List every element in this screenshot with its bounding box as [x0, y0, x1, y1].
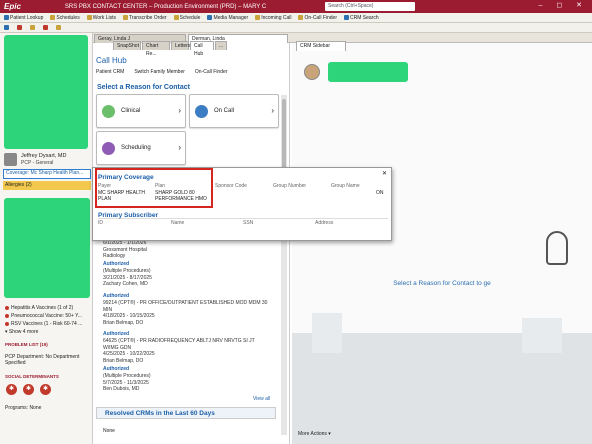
- col-id: ID: [98, 220, 103, 226]
- programs-text: Programs: None: [5, 405, 42, 411]
- stethoscope-icon: [546, 231, 568, 265]
- home-icon[interactable]: [4, 24, 10, 31]
- close-icon[interactable]: ✕: [382, 170, 387, 177]
- payer-value: MC SHARP HEALTH PLAN: [98, 190, 146, 202]
- auth-status[interactable]: Authorized: [103, 331, 129, 337]
- auth-item: 64625 (CPT®) - PR RADIOFREQUENCY ABLTJ N…: [103, 338, 255, 364]
- col-group-number: Group Number: [273, 183, 307, 189]
- chat-icon[interactable]: [30, 24, 36, 31]
- epic-logo: Epic: [4, 2, 21, 11]
- redacted-care-gaps: [4, 198, 90, 298]
- global-search-input[interactable]: Search (Ctrl+Space): [325, 2, 415, 11]
- provider-name: Jeffrey Dysart, MD: [21, 153, 67, 159]
- col-group-name: Group Name: [331, 183, 360, 189]
- transport-icon[interactable]: ✱: [40, 384, 51, 395]
- col-ssn: SSN: [243, 220, 254, 226]
- inbox-icon[interactable]: [17, 24, 23, 31]
- call-hub-panel: SnapShot Chart Re... Letters Call Hub ..…: [93, 41, 290, 444]
- toolbar-schedule[interactable]: Schedule: [173, 15, 200, 21]
- toolbar-schedules[interactable]: Schedules: [50, 15, 80, 21]
- col-plan: Plan: [155, 183, 166, 189]
- plan-value: SHARP GOLD 80 PERFORMANCE HMO: [155, 190, 207, 202]
- primary-subscriber-title: Primary Subscriber: [98, 212, 158, 219]
- reason-on-call-button[interactable]: On Call ›: [189, 94, 279, 128]
- activity-icon[interactable]: ✱: [23, 384, 34, 395]
- chevron-right-icon: ›: [178, 106, 181, 115]
- on-call-finder-link[interactable]: On-Call Finder: [195, 69, 228, 75]
- hub-scrollbar[interactable]: [281, 95, 287, 435]
- coverage-link[interactable]: Coverage: Mc Sharp Health Plan...: [3, 169, 91, 179]
- auth-item: 6/1/2025 - 1/1/2026 Grossmont Hospital Rad…: [103, 240, 147, 259]
- col-address: Address: [315, 220, 334, 226]
- reason-clinical-button[interactable]: Clinical ›: [96, 94, 186, 128]
- toolbar-crm-search[interactable]: CRM Search: [344, 15, 379, 21]
- auth-status[interactable]: Authorized: [103, 293, 129, 299]
- vaccine-item[interactable]: Pneumococcal Vaccine: 50+ Y...: [5, 313, 82, 319]
- crm-sidebar: CRM Sidebar Select a Reason for Contact …: [292, 41, 592, 444]
- clinical-icon: [102, 105, 115, 118]
- vaccine-item[interactable]: Hepatitis A Vaccines (1 of 2): [5, 305, 73, 311]
- tab-snapshot[interactable]: SnapShot: [113, 41, 141, 50]
- calendar-icon: [102, 142, 115, 155]
- auth-item: (Multiple Procedures) 5/7/2025 - 11/3/202…: [103, 373, 151, 392]
- auth-status[interactable]: Authorized: [103, 261, 129, 267]
- patient-avatar: [304, 64, 320, 80]
- resolved-crms-value: None: [103, 428, 115, 434]
- more-actions-button[interactable]: More Actions ▾: [298, 431, 331, 437]
- vaccine-item[interactable]: RSV Vaccines (1 - Risk 60-74 ...: [5, 321, 82, 327]
- toolbar-media-manager[interactable]: Media Manager: [207, 15, 248, 21]
- calendar-icon[interactable]: [56, 24, 62, 31]
- main-toolbar: Patient Lookup Schedules Work Lists Tran…: [0, 13, 592, 23]
- auth-item: (Multiple Procedures) 3/21/2025 - 8/17/20…: [103, 268, 152, 287]
- flag-icon[interactable]: [43, 24, 49, 31]
- chevron-right-icon: ›: [178, 143, 181, 152]
- toolbar-transcribe-order[interactable]: Transcribe Order: [122, 15, 167, 21]
- problem-list-header[interactable]: PROBLEM LIST (19): [5, 342, 48, 347]
- toolbar-on-call-finder[interactable]: On-Call Finder: [298, 15, 337, 21]
- hub-links: Patient CRM Switch Family Member On-Call…: [96, 69, 227, 75]
- toolbar-work-lists[interactable]: Work Lists: [86, 15, 116, 21]
- pcp-department: PCP Department: No Department Specified: [5, 354, 80, 366]
- allergies-badge[interactable]: Allergies (2): [3, 181, 91, 190]
- show-more-link[interactable]: ▾ Show 4 more: [5, 329, 38, 335]
- toolbar-patient-lookup[interactable]: Patient Lookup: [4, 15, 43, 21]
- col-name: Name: [171, 220, 185, 226]
- switch-family-member-link[interactable]: Switch Family Member: [134, 69, 185, 75]
- redacted-patient-name: [328, 62, 408, 82]
- title-bar: Epic SRS PBX CONTACT CENTER – Production…: [0, 0, 592, 13]
- coverage-popup: ✕ Primary Coverage Payer Plan Sponsor Co…: [92, 167, 392, 241]
- reason-scheduling-button[interactable]: Scheduling ›: [96, 131, 186, 165]
- on-call-icon: [195, 105, 208, 118]
- social-determinants-header[interactable]: SOCIAL DETERMINANTS: [5, 374, 59, 379]
- auth-status[interactable]: Authorized: [103, 366, 129, 372]
- tab-crm-sidebar[interactable]: CRM Sidebar: [296, 41, 346, 51]
- toolbar-incoming-call[interactable]: Incoming Call: [255, 15, 291, 21]
- view-all-link[interactable]: View all: [253, 396, 270, 402]
- provider-avatar: [4, 153, 17, 166]
- patient-crm-link[interactable]: Patient CRM: [96, 69, 124, 75]
- redacted-patient-info: [4, 35, 88, 149]
- tab-call-hub[interactable]: Call Hub: [190, 41, 214, 57]
- tab-chart-review[interactable]: Chart Re...: [142, 41, 170, 57]
- group-name-value: ON: [376, 190, 384, 196]
- tab-letters[interactable]: Letters: [171, 41, 190, 50]
- pcp-card[interactable]: Jeffrey Dysart, MD PCP - General: [4, 152, 92, 168]
- provider-role: PCP - General: [21, 160, 54, 166]
- col-sponsor-code: Sponsor Code: [215, 183, 247, 189]
- window-controls[interactable]: – ◻ ✕: [539, 1, 588, 9]
- resolved-crms-header[interactable]: Resolved CRMs in the Last 60 Days: [96, 407, 276, 419]
- auth-item: 99214 (CPT®) - PR OFFICE/OUTPATIENT ESTA…: [103, 300, 268, 326]
- col-payer: Payer: [98, 183, 112, 189]
- food-icon[interactable]: ✱: [6, 384, 17, 395]
- chevron-right-icon: ›: [271, 106, 274, 115]
- select-reason-heading: Select a Reason for Contact: [97, 84, 190, 91]
- secondary-toolbar: [0, 23, 592, 33]
- empty-state-message: Select a Reason for Contact to ge: [393, 280, 491, 287]
- window-title: SRS PBX CONTACT CENTER – Production Envi…: [64, 3, 267, 10]
- page-title: Call Hub: [96, 56, 127, 65]
- primary-coverage-title: Primary Coverage: [98, 174, 154, 181]
- tab-more[interactable]: ...: [215, 41, 227, 50]
